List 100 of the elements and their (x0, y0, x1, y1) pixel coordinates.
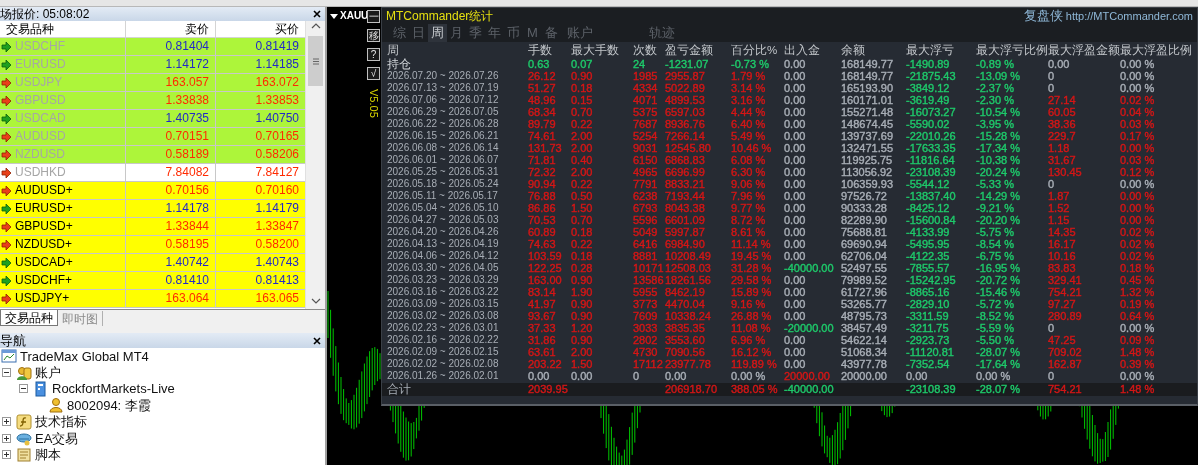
person-icon (48, 397, 64, 414)
scrollbar[interactable] (305, 21, 325, 309)
table-cell-text: 1.32 % (1120, 286, 1156, 298)
table-cell-text: 19.45 % (731, 250, 773, 262)
column-header: 周 (387, 43, 400, 58)
table-cell-text: -5.72 % (976, 298, 1015, 310)
table-cell-text: 0.40 (571, 154, 594, 166)
table-cell-text: 206918.70 (665, 383, 718, 396)
symbol-name: USDCHF (15, 38, 65, 55)
tree-item[interactable]: 技术指标 (35, 413, 87, 431)
table-cell-text: 131.73 (528, 142, 563, 154)
tool-button[interactable]: ? (367, 48, 380, 61)
row-label: 2026.04.27 ~ 2026.05.03 (387, 214, 500, 226)
table-cell-text: 0.00 (784, 178, 807, 190)
table-cell-text: -15.28 % (976, 130, 1022, 142)
symbol-name: USDJPY+ (15, 290, 70, 307)
quote-row[interactable]: EURUSD+ 1.14178 1.14179 (0, 200, 305, 218)
symbol-name: USDCAD (15, 110, 66, 127)
collapse-icon[interactable] (2, 368, 11, 378)
scroll-thumb[interactable] (308, 36, 323, 86)
table-cell-text: 5049 (633, 226, 659, 238)
table-cell-text: 51.27 (528, 82, 557, 94)
tree-item[interactable]: 账户 (35, 364, 61, 382)
table-cell-text: -1490.89 (906, 58, 951, 70)
table-cell-text: 0.00 (784, 118, 807, 130)
row-label: 2026.04.20 ~ 2026.04.26 (387, 226, 500, 238)
table-cell-text: -5495.95 (906, 238, 951, 250)
table-cell-text: 4334 (633, 82, 659, 94)
expand-icon[interactable] (2, 433, 11, 443)
table-cell-text: 119925.75 (841, 154, 894, 166)
table-cell-text: -3849.12 (906, 82, 951, 94)
table-cell-text: 52497.55 (841, 262, 888, 274)
grip-icon (311, 57, 320, 65)
table-cell-text: 4730 (633, 346, 659, 358)
table-cell-text: 0.90 (571, 334, 594, 346)
down-arrow-icon (1, 185, 12, 196)
table-cell-text: 1.52 (1048, 202, 1071, 214)
table-cell-text: 168149.77 (841, 58, 894, 70)
table-cell-text: -3311.59 (906, 310, 950, 322)
table-cell-text: 31.28 % (731, 262, 773, 274)
collapse-icon[interactable] (19, 384, 28, 394)
table-cell-text: 6868.83 (665, 154, 706, 166)
tree-item[interactable]: EA交易 (35, 429, 79, 447)
link[interactable]: http://MTCommander.com (1065, 10, 1193, 22)
quote-row[interactable]: NZDUSD+ 0.58195 0.58200 (0, 236, 305, 254)
table-cell: 10171 (633, 262, 665, 274)
table-cell-text: 97.27 (1048, 298, 1077, 310)
table-cell-text: 0.22 (571, 118, 594, 130)
row-label: 2026.03.09 ~ 2026.03.15 (387, 298, 500, 310)
row-label: 2026.05.04 ~ 2026.05.10 (387, 202, 500, 214)
table-cell-text: -8865.16 (906, 286, 951, 298)
table-cell-text: 0.00 (784, 130, 807, 142)
quote-row[interactable]: USDCHF+ 0.81410 0.81413 (0, 272, 305, 290)
quote-row[interactable]: AUDUSD+ 0.70156 0.70160 (0, 182, 305, 200)
table-cell-text: 1.15 (1048, 214, 1071, 226)
close-icon[interactable] (312, 9, 322, 19)
table-cell-text: 0 (1048, 370, 1056, 382)
table-cell-text: -5590.02 (906, 118, 951, 130)
table-cell-text: -7855.57 (906, 262, 951, 274)
table-cell-text: 6601.09 (665, 214, 706, 226)
row-label: 2026.04.06 ~ 2026.04.12 (387, 250, 500, 262)
bid-price: 0.70151 (126, 128, 216, 145)
symbol-name: EURUSD+ (15, 200, 73, 217)
table-cell-text: 2039.95 (528, 383, 569, 396)
table-cell-text: -9.21 % (976, 202, 1015, 214)
table-cell-text: -1231.07 (665, 58, 710, 70)
quote-row[interactable]: GBPUSD+ 1.33844 1.33847 (0, 218, 305, 236)
row-label: 2026.05.11 ~ 2026.05.17 (387, 190, 499, 202)
table-cell-text: 0.00 (784, 214, 807, 226)
table-cell-text: -16.95 % (976, 262, 1022, 274)
expand-icon[interactable] (2, 417, 11, 427)
tree-item[interactable]: 脚本 (35, 446, 61, 464)
caret-icon[interactable] (330, 12, 338, 20)
table-cell-text: 1.79 % (731, 70, 767, 82)
table-cell-text: 754.21 (1048, 286, 1083, 298)
tree-item[interactable]: RockfortMarkets-Live (52, 380, 175, 398)
table-cell-text: 0 (633, 370, 641, 382)
quote-row[interactable]: USDJPY+ 163.064 163.065 (0, 290, 305, 308)
tab[interactable]: 交易品种 (0, 310, 58, 326)
tool-button[interactable]: 移 (367, 29, 380, 42)
close-icon[interactable] (312, 335, 322, 346)
table-cell-text: 0.00 (784, 190, 807, 202)
tool-button[interactable]: √ (367, 67, 380, 80)
table-cell-text: 0.18 (571, 82, 594, 94)
table-cell-text: 0.00 (784, 358, 807, 370)
expand-icon[interactable] (2, 450, 11, 460)
tool-button[interactable]: 一 (367, 10, 380, 23)
symbol-name: AUDUSD+ (15, 182, 73, 199)
tree-item[interactable]: 8002094: 李霞 (67, 396, 151, 414)
tree-item[interactable]: TradeMax Global MT4 (20, 347, 149, 365)
table-cell-text: 6696.99 (665, 166, 706, 178)
table-cell-text: 0.90 (571, 310, 594, 322)
row-label: 2026.03.30 ~ 2026.04.05 (387, 262, 500, 274)
symbol-name: EURUSD (15, 56, 66, 73)
table-cell-text: 0.00 (784, 250, 807, 262)
table-cell-text: 132471.55 (841, 142, 894, 154)
tab[interactable]: 周 (428, 24, 447, 42)
quote-row[interactable]: USDCAD+ 1.40742 1.40743 (0, 254, 305, 272)
table-cell-text: 6984.90 (665, 238, 706, 250)
table-cell-text: 0.22 (571, 178, 594, 190)
